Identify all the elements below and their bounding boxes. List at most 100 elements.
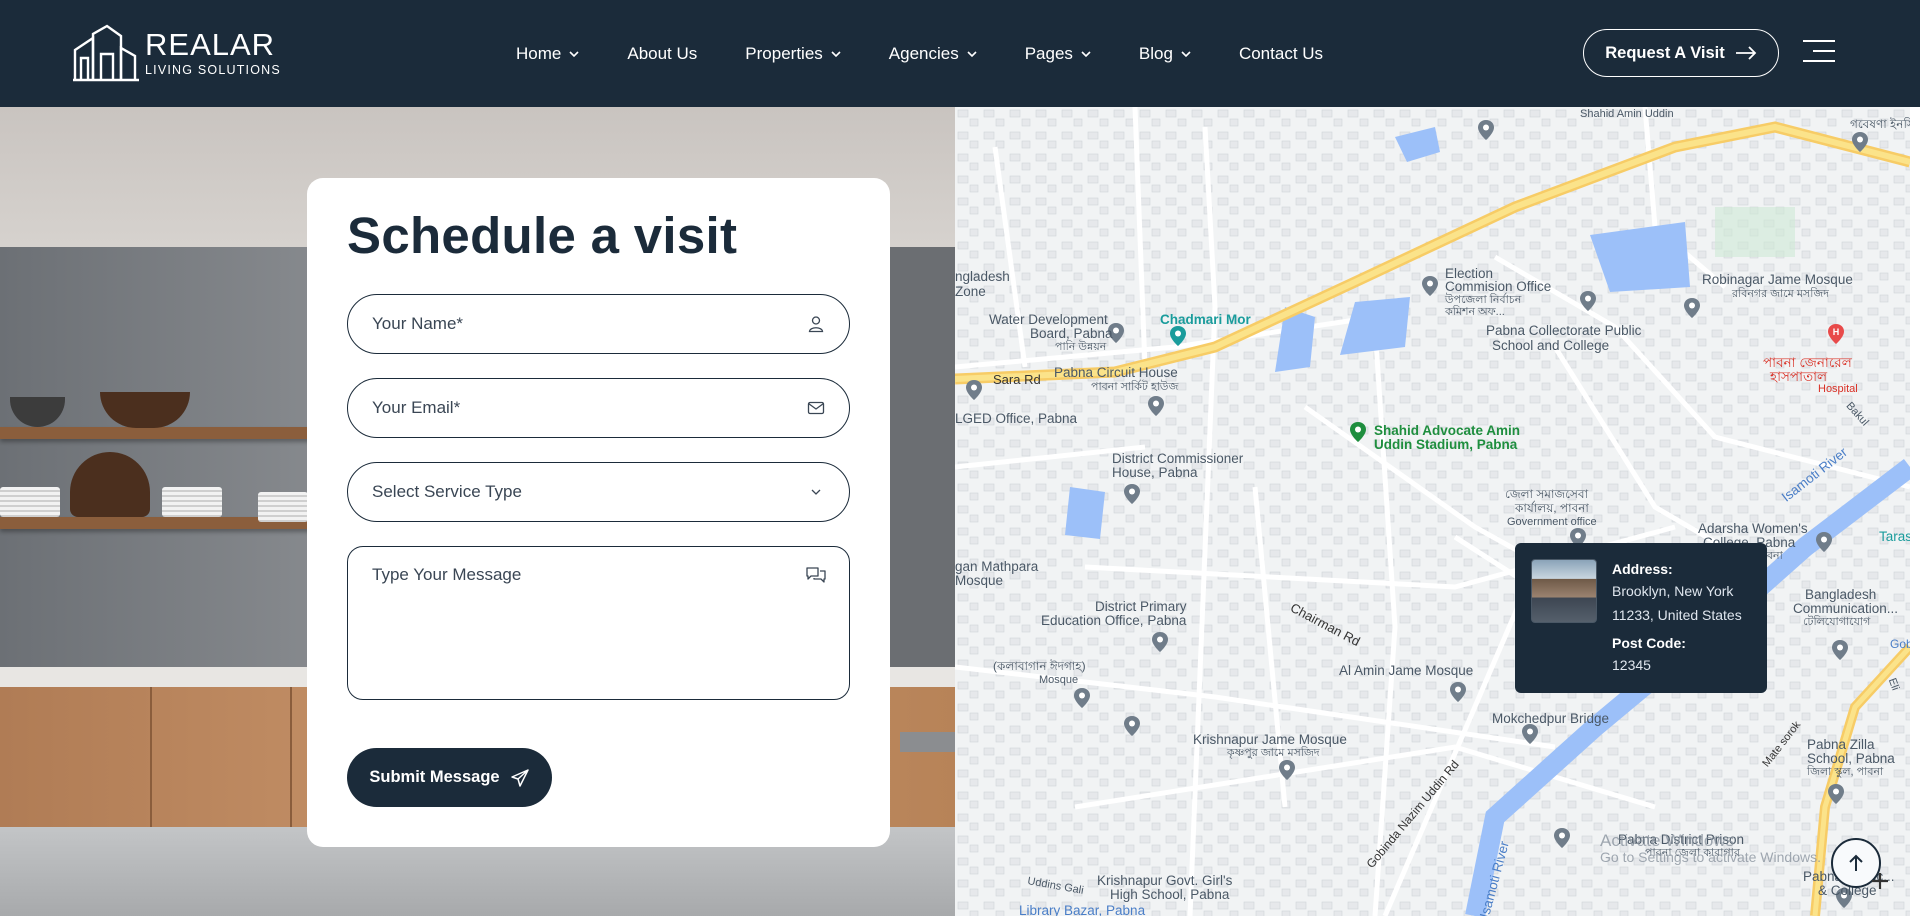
- map-label: Hospital: [1818, 383, 1858, 395]
- map-label: Bangladesh: [1805, 587, 1877, 602]
- map-pin-icon[interactable]: [1477, 119, 1495, 141]
- building-logo-icon: [73, 24, 139, 82]
- email-input[interactable]: [372, 398, 807, 418]
- map-pin-icon[interactable]: [1349, 421, 1367, 443]
- service-type-select[interactable]: Select Service Type: [347, 462, 850, 522]
- map-pin-icon[interactable]: [1151, 631, 1169, 653]
- map-label: Pabna Circuit House: [1054, 365, 1178, 380]
- map-label: Gobind: [1890, 637, 1910, 651]
- map-pin-icon[interactable]: [1851, 131, 1869, 153]
- property-thumbnail: [1531, 559, 1597, 623]
- nav-agencies[interactable]: Agencies: [889, 44, 977, 64]
- map-label: গবেষণা ইনস্টিটিউট: [1850, 117, 1910, 131]
- map-label: পাবনা জেনারেল: [1763, 355, 1852, 370]
- postcode-value: 12345: [1612, 657, 1651, 673]
- zoom-in-icon[interactable]: [1869, 870, 1891, 892]
- user-icon: [808, 316, 824, 333]
- map-label: Krishnapur Govt. Girl's: [1097, 873, 1233, 888]
- map-pin-icon[interactable]: [1123, 483, 1141, 505]
- map-label: Mokchedpur Bridge: [1492, 711, 1610, 726]
- envelope-icon: [807, 401, 825, 415]
- site-header: REALAR LIVING SOLUTIONS Home About Us Pr…: [0, 0, 1920, 107]
- brand-name: REALAR: [145, 26, 276, 62]
- map-pin-icon[interactable]: [1521, 723, 1539, 745]
- map-label: Robinagar Jame Mosque: [1702, 272, 1853, 287]
- map-pin-icon[interactable]: [1147, 395, 1165, 417]
- map-label: Board, Pabna: [1030, 326, 1113, 341]
- service-type-value: Select Service Type: [372, 482, 522, 501]
- map-label: High School, Pabna: [1110, 887, 1230, 902]
- map-label: জেলা সমাজসেবা: [1505, 487, 1589, 501]
- nav-home[interactable]: Home: [516, 44, 579, 64]
- map-label: Al Amin Jame Mosque: [1339, 663, 1474, 678]
- request-visit-button[interactable]: Request A Visit: [1583, 29, 1779, 77]
- map-pin-icon[interactable]: [1073, 687, 1091, 709]
- map-pin-icon[interactable]: [965, 379, 983, 401]
- map-label: District Commissioner: [1112, 451, 1244, 466]
- map-label: Communication...: [1793, 601, 1899, 616]
- chevron-down-icon: [569, 50, 579, 57]
- name-field[interactable]: [347, 294, 850, 354]
- map-pin-icon[interactable]: [1553, 827, 1571, 849]
- email-field[interactable]: [347, 378, 850, 438]
- map-pin-icon[interactable]: [1831, 639, 1849, 661]
- activate-windows-hint: Go to Settings to activate Windows.: [1600, 849, 1821, 865]
- map-label: Krishnapur Jame Mosque: [1193, 732, 1347, 747]
- address-line2: 11233, United States: [1612, 607, 1742, 623]
- nav-properties-label: Properties: [745, 43, 823, 63]
- nav-blog[interactable]: Blog: [1139, 44, 1191, 64]
- chat-bubbles-icon: [806, 567, 826, 583]
- address-info-window: Address: Brooklyn, New York 11233, Unite…: [1515, 543, 1767, 693]
- schedule-visit-form: Schedule a visit Select Service Type Sub…: [307, 178, 890, 847]
- nav-contact-label: Contact Us: [1238, 43, 1324, 63]
- map-label: পানি উন্নয়ন: [1055, 341, 1107, 353]
- map-pin-icon[interactable]: [1123, 715, 1141, 737]
- map-label: (কলাবাগান ঈদগাহ): [993, 659, 1086, 673]
- map-label: কমিশন অফ...: [1445, 306, 1505, 318]
- hamburger-menu-icon[interactable]: [1803, 40, 1835, 66]
- map-pin-icon[interactable]: [1421, 275, 1439, 297]
- map-pin-icon[interactable]: [1579, 290, 1597, 312]
- location-map[interactable]: H Shahid Amin Uddin গবেষণা ইনস্টিটিউট ng…: [955, 107, 1910, 916]
- chevron-down-icon: [831, 50, 841, 57]
- map-label: Zone: [955, 284, 986, 299]
- arrow-right-icon: [1735, 46, 1757, 60]
- brand-tagline: LIVING SOLUTIONS: [145, 62, 281, 77]
- map-pin-icon[interactable]: [1815, 531, 1833, 553]
- map-label: কার্যালয়, পাবনা: [1515, 501, 1589, 515]
- map-pin-icon[interactable]: [1827, 783, 1845, 805]
- map-pin-icon[interactable]: [1278, 759, 1296, 781]
- message-input[interactable]: [372, 565, 792, 675]
- submit-message-button[interactable]: Submit Message: [347, 748, 552, 807]
- map-label: LGED Office, Pabna: [955, 411, 1078, 426]
- nav-blog-label: Blog: [1138, 43, 1173, 63]
- activate-windows-watermark: Activate Windows: [1600, 831, 1735, 850]
- message-field[interactable]: [347, 546, 850, 700]
- chevron-down-icon: [967, 50, 977, 57]
- arrow-up-icon: [1849, 854, 1863, 871]
- form-title: Schedule a visit: [347, 207, 738, 264]
- map-label: Education Office, Pabna: [1041, 613, 1187, 628]
- map-pin-icon[interactable]: [1683, 297, 1701, 319]
- nav-properties[interactable]: Properties: [745, 43, 841, 64]
- map-label: ngladesh: [955, 269, 1010, 284]
- map-label: Water Development: [989, 312, 1108, 327]
- address-line1: Brooklyn, New York: [1612, 583, 1734, 599]
- name-input[interactable]: [372, 314, 807, 334]
- map-label: Chadmari Mor: [1160, 312, 1251, 327]
- nav-about[interactable]: About Us: [627, 44, 697, 64]
- nav-pages-label: Pages: [1024, 43, 1073, 63]
- nav-about-label: About Us: [627, 43, 698, 63]
- map-pin-icon[interactable]: [1169, 325, 1187, 347]
- map-label: gan Mathpara: [955, 559, 1039, 574]
- hospital-pin-icon[interactable]: H: [1827, 323, 1845, 345]
- nav-pages[interactable]: Pages: [1025, 44, 1091, 64]
- map-label: School and College: [1492, 338, 1610, 353]
- brand-logo[interactable]: REALAR LIVING SOLUTIONS: [73, 24, 281, 82]
- nav-contact[interactable]: Contact Us: [1239, 44, 1323, 64]
- map-pin-icon[interactable]: [1449, 681, 1467, 703]
- map-label: Government office: [1507, 516, 1597, 528]
- map-label: Pabna Zilla: [1807, 737, 1875, 752]
- address-label: Address:: [1612, 561, 1673, 577]
- map-label: Sara Rd: [993, 372, 1041, 387]
